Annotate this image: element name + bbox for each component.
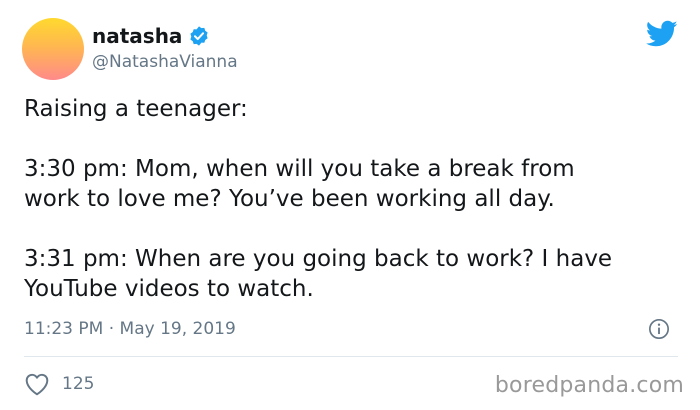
- tweet-line: work to love me? You’ve been working all…: [24, 186, 555, 212]
- tweet-line: Raising a teenager:: [24, 96, 248, 122]
- twitter-bird-icon[interactable]: [646, 20, 678, 48]
- tweet-line: 3:30 pm: Mom, when will you take a break…: [24, 156, 575, 182]
- divider: [24, 356, 678, 357]
- tweet-line: 3:31 pm: When are you going back to work…: [24, 246, 613, 272]
- verified-badge-icon: [190, 26, 209, 46]
- tweet-card: natasha @NatashaVianna Raising a teenage…: [0, 0, 700, 410]
- author-name-row: natasha: [92, 24, 210, 48]
- tweet-timestamp[interactable]: 11:23 PM · May 19, 2019: [24, 318, 236, 340]
- tweet-line: YouTube videos to watch.: [24, 276, 314, 302]
- like-row: 125: [24, 372, 94, 396]
- author-handle[interactable]: @NatashaVianna: [92, 52, 238, 72]
- heart-icon[interactable]: [24, 372, 50, 396]
- watermark: boredpanda.com: [494, 373, 684, 398]
- avatar[interactable]: [22, 18, 84, 80]
- info-icon[interactable]: [648, 318, 670, 340]
- like-count: 125: [62, 374, 95, 394]
- tweet-text: Raising a teenager: 3:30 pm: Mom, when w…: [24, 94, 684, 304]
- display-name[interactable]: natasha: [92, 24, 182, 48]
